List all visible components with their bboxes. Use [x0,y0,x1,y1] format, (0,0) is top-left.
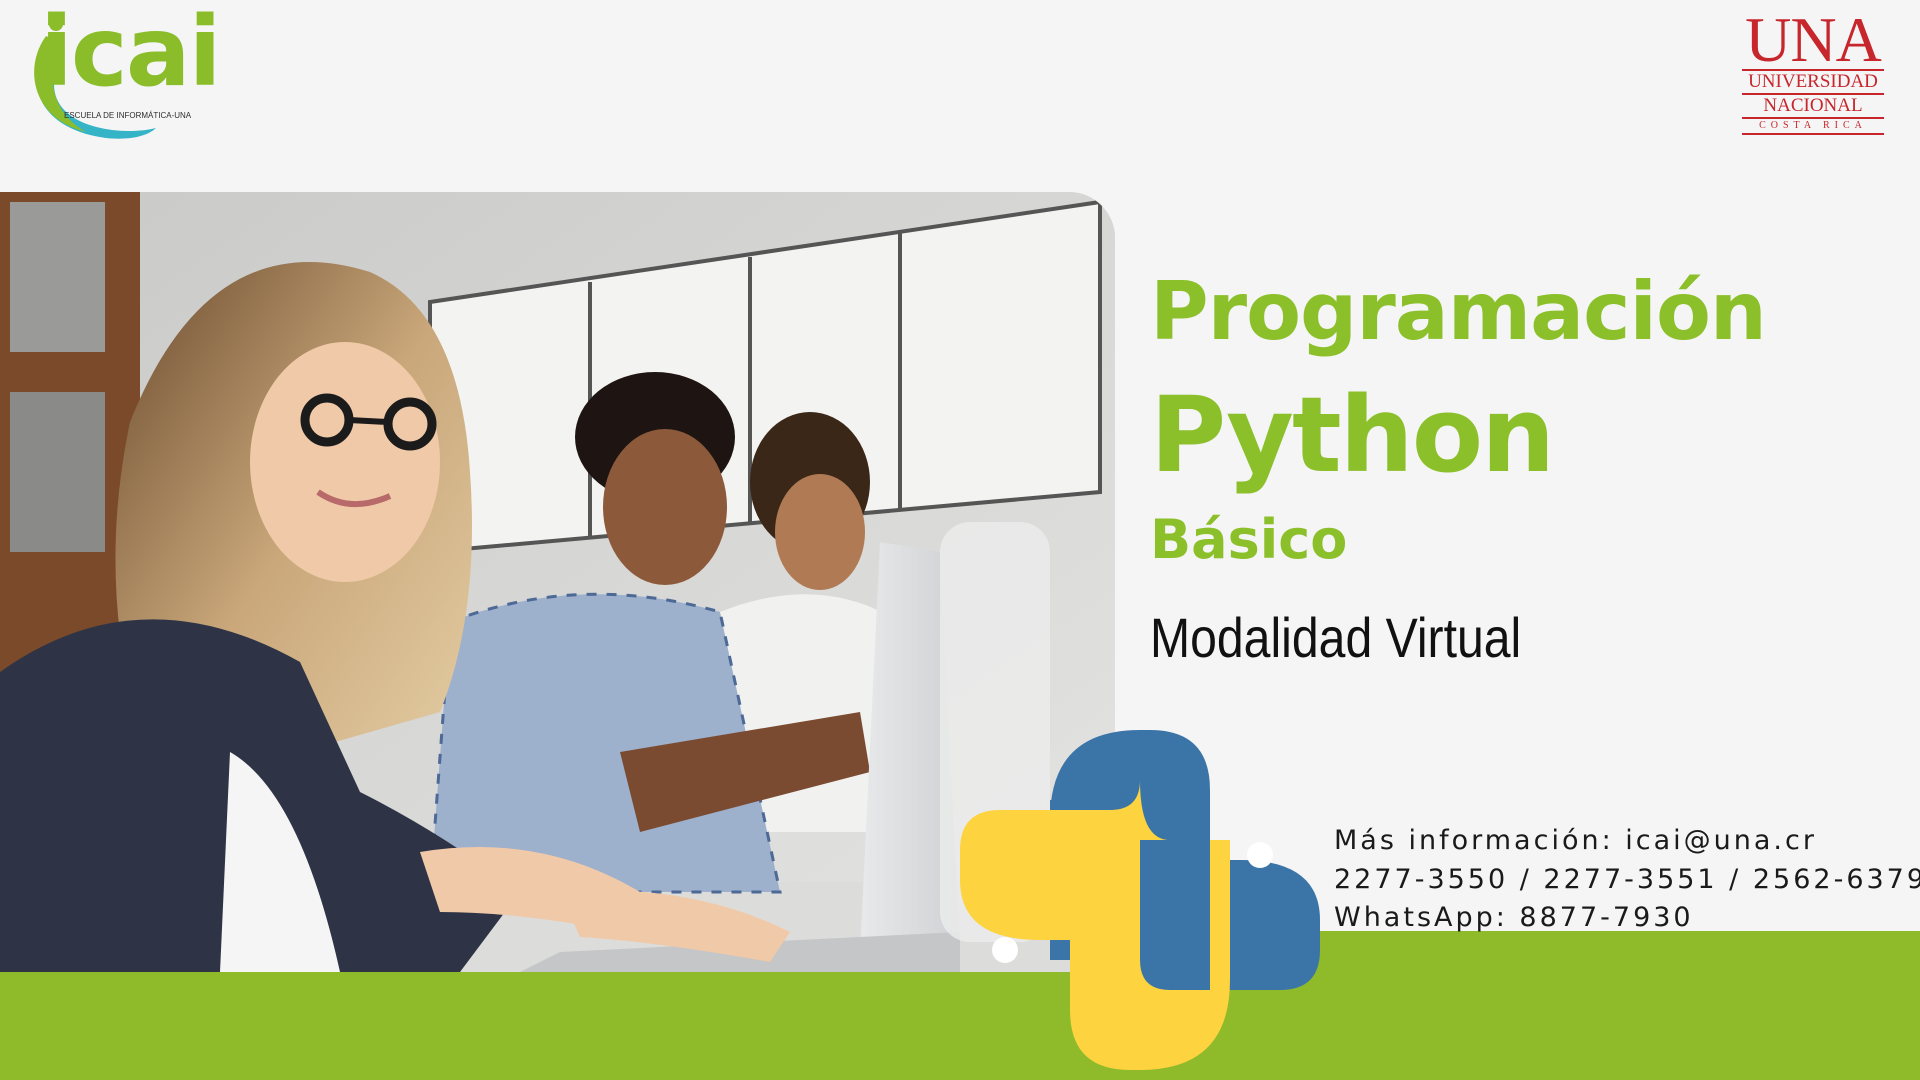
python-logo-eye [1247,842,1273,868]
python-logo-eye [992,937,1018,963]
icai-logo: icai ESCUELA DE INFORMÁTICA-UNA [16,4,226,140]
una-acronym: UNA [1745,4,1882,75]
una-line3: COSTA RICA [1759,120,1867,131]
contact-phones: 2277-3550 / 2277-3551 / 2562-6379 [1334,863,1920,895]
python-logo-icon [960,730,1320,1070]
una-divider [1742,117,1884,119]
una-line1: UNIVERSIDAD [1748,71,1878,92]
photo-students-illustration [0,192,1115,972]
course-title-line3: Básico [1150,508,1348,571]
contact-whatsapp: WhatsApp: 8877-7930 [1334,902,1694,933]
una-divider [1742,133,1884,135]
icai-tagline: ESCUELA DE INFORMÁTICA-UNA [64,111,192,120]
una-line2: NACIONAL [1763,95,1863,116]
una-logo: UNA UNIVERSIDAD NACIONAL COSTA RICA [1738,4,1888,140]
course-modality: Modalidad Virtual [1150,606,1522,669]
hero-photo [0,192,1115,972]
course-title-line2: Python [1150,374,1555,496]
contact-email: Más información: icai@una.cr [1334,825,1817,856]
contact-info: Más información: icai@una.cr 2277-3550 /… [1334,822,1920,938]
icai-wordmark: icai [40,0,221,108]
course-title-line1: Programación [1150,265,1767,358]
